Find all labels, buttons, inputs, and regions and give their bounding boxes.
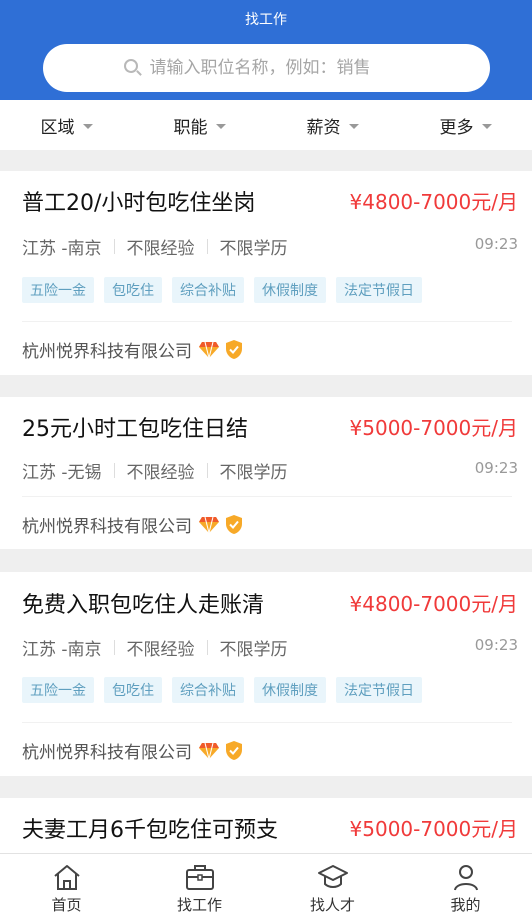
tab-bar: 首页 找工作 找人才 我的: [0, 853, 532, 923]
search-input[interactable]: [149, 58, 410, 78]
filter-region[interactable]: 区域: [0, 100, 133, 150]
briefcase-icon: [185, 865, 214, 890]
company-row: 杭州悦界科技有限公司: [22, 738, 244, 763]
verified-shield-icon: [226, 340, 242, 359]
tab-label: 首页: [51, 896, 82, 914]
home-icon: [53, 865, 80, 890]
company-name: 杭州悦界科技有限公司: [22, 743, 192, 763]
tab-mine[interactable]: 我的: [399, 854, 532, 923]
filter-salary[interactable]: 薪资: [266, 100, 399, 150]
job-meta: 江苏 -南京 不限经验 不限学历: [22, 635, 288, 660]
job-title: 普工20/小时包吃住坐岗: [22, 191, 256, 216]
job-salary: ¥4800-7000元/月: [349, 592, 518, 616]
job-salary: ¥5000-7000元/月: [349, 416, 518, 440]
divider: [22, 496, 512, 497]
chevron-down-icon: [215, 123, 226, 129]
filter-label: 薪资: [306, 117, 341, 138]
job-time: 09:23: [474, 636, 518, 654]
job-education: 不限学历: [219, 640, 288, 660]
job-location: 江苏 -南京: [22, 239, 102, 259]
divider: [22, 321, 512, 322]
job-title: 免费入职包吃住人走账清: [22, 593, 265, 618]
tag: 休假制度: [254, 677, 326, 703]
filter-bar: 区域 职能 薪资 更多: [0, 100, 532, 150]
job-card[interactable]: 夫妻工月6千包吃住可预支 ¥5000-7000元/月: [0, 798, 532, 858]
page-title: 找工作: [245, 12, 287, 28]
job-education: 不限学历: [219, 239, 288, 259]
search-icon: [123, 59, 142, 77]
tag: 包吃住: [104, 277, 162, 303]
tag: 包吃住: [104, 677, 162, 703]
tag: 法定节假日: [336, 277, 422, 303]
graduation-cap-icon: [317, 865, 348, 888]
company-row: 杭州悦界科技有限公司: [22, 337, 244, 362]
user-icon: [453, 865, 478, 891]
tab-home[interactable]: 首页: [0, 854, 133, 923]
filter-more[interactable]: 更多: [399, 100, 532, 150]
tag: 五险一金: [22, 677, 94, 703]
job-time: 09:23: [474, 235, 518, 253]
tag: 休假制度: [254, 277, 326, 303]
tab-label: 找人才: [309, 896, 355, 914]
tab-find-talent[interactable]: 找人才: [266, 854, 399, 923]
diamond-icon: [199, 341, 219, 358]
filter-function[interactable]: 职能: [133, 100, 266, 150]
filter-label: 更多: [439, 117, 474, 138]
verified-shield-icon: [226, 515, 242, 534]
filter-label: 区域: [40, 117, 75, 138]
company-row: 杭州悦界科技有限公司: [22, 512, 244, 537]
search-bar[interactable]: [43, 44, 490, 92]
tab-label: 找工作: [176, 896, 222, 914]
job-card[interactable]: 免费入职包吃住人走账清 ¥4800-7000元/月 江苏 -南京 不限经验 不限…: [0, 572, 532, 776]
job-experience: 不限经验: [126, 640, 195, 660]
tag: 五险一金: [22, 277, 94, 303]
job-card[interactable]: 25元小时工包吃住日结 ¥5000-7000元/月 江苏 -无锡 不限经验 不限…: [0, 397, 532, 549]
job-salary: ¥5000-7000元/月: [349, 817, 518, 841]
chevron-down-icon: [481, 123, 492, 129]
filter-label: 职能: [173, 117, 208, 138]
job-location: 江苏 -无锡: [22, 463, 102, 483]
diamond-icon: [199, 742, 219, 759]
job-title: 夫妻工月6千包吃住可预支: [22, 818, 278, 843]
job-location: 江苏 -南京: [22, 640, 102, 660]
tab-label: 我的: [450, 896, 481, 914]
chevron-down-icon: [82, 123, 93, 129]
job-experience: 不限经验: [126, 239, 195, 259]
job-tags: 五险一金 包吃住 综合补贴 休假制度 法定节假日: [22, 677, 432, 703]
tag: 综合补贴: [172, 677, 244, 703]
company-name: 杭州悦界科技有限公司: [22, 342, 192, 362]
chevron-down-icon: [348, 123, 359, 129]
diamond-icon: [199, 516, 219, 533]
job-salary: ¥4800-7000元/月: [349, 190, 518, 214]
verified-shield-icon: [226, 741, 242, 760]
header: 找工作: [0, 0, 532, 100]
job-card[interactable]: 普工20/小时包吃住坐岗 ¥4800-7000元/月 江苏 -南京 不限经验 不…: [0, 171, 532, 375]
job-tags: 五险一金 包吃住 综合补贴 休假制度 法定节假日: [22, 277, 432, 303]
job-title: 25元小时工包吃住日结: [22, 417, 248, 442]
tag: 综合补贴: [172, 277, 244, 303]
tag: 法定节假日: [336, 677, 422, 703]
job-meta: 江苏 -南京 不限经验 不限学历: [22, 234, 288, 259]
job-time: 09:23: [474, 459, 518, 477]
job-meta: 江苏 -无锡 不限经验 不限学历: [22, 458, 288, 483]
tab-find-job[interactable]: 找工作: [133, 854, 266, 923]
divider: [22, 722, 512, 723]
company-name: 杭州悦界科技有限公司: [22, 517, 192, 537]
job-education: 不限学历: [219, 463, 288, 483]
job-experience: 不限经验: [126, 463, 195, 483]
